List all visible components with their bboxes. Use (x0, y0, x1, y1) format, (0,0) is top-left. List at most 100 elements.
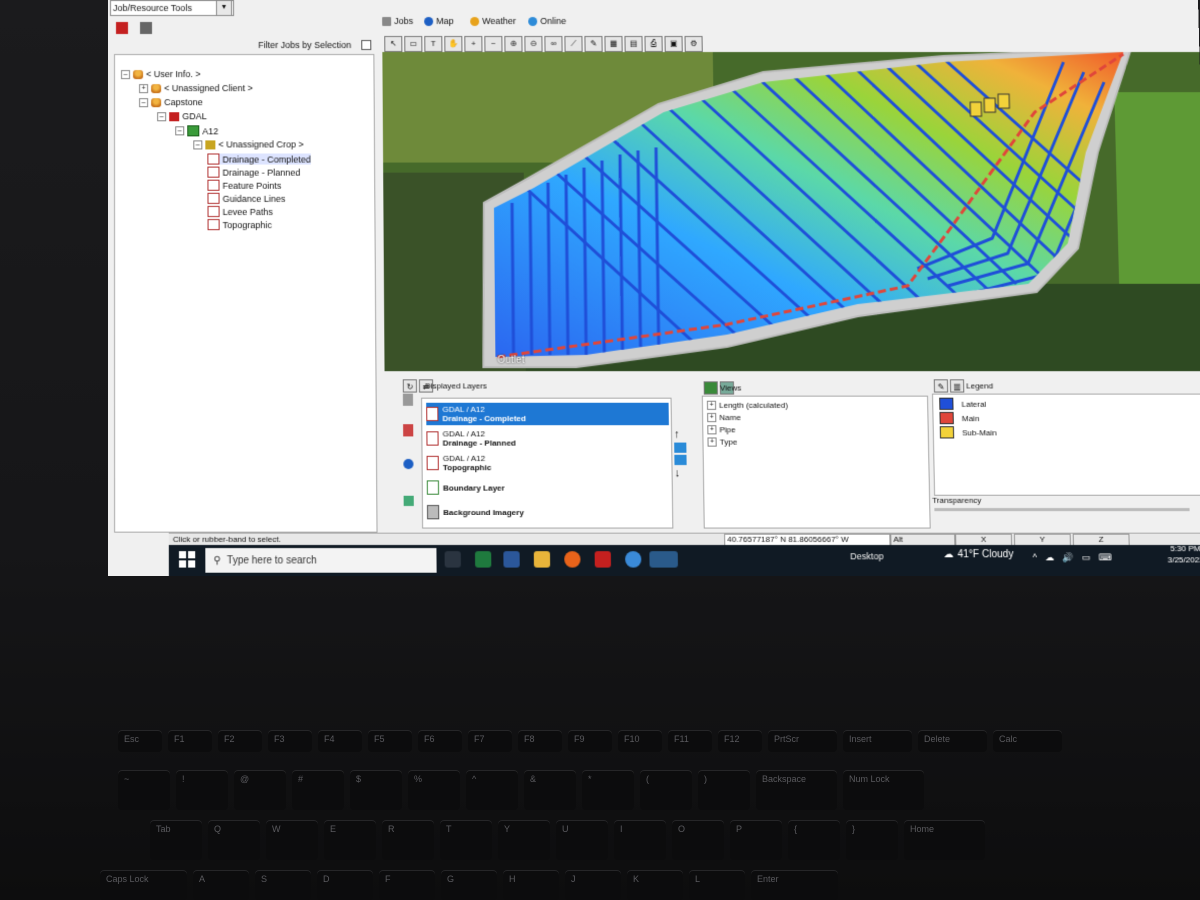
keyboard-key[interactable]: & (524, 770, 576, 810)
text-tool-icon[interactable]: T (424, 36, 443, 53)
keyboard-key[interactable]: H (503, 870, 559, 900)
map-view[interactable]: Outlet (382, 52, 1200, 372)
excel-icon[interactable] (474, 551, 492, 568)
keyboard-key[interactable]: K (627, 870, 683, 900)
tab-online[interactable]: Online (528, 16, 566, 26)
view-item-pipe[interactable]: + Pipe (707, 425, 736, 435)
layer-up-icon[interactable] (674, 442, 687, 453)
keyboard-key[interactable]: F4 (318, 730, 362, 752)
zoom-previous-icon[interactable]: ⊖ (524, 36, 543, 53)
app-icon[interactable] (625, 551, 642, 568)
active-app-icon[interactable] (649, 551, 678, 568)
collapse-icon[interactable]: – (139, 97, 149, 107)
refresh-icon[interactable]: ↻ (402, 379, 417, 393)
tab-jobs[interactable]: Jobs (382, 16, 413, 26)
keyboard-key[interactable]: R (382, 820, 434, 860)
tree-node-unassigned-client[interactable]: + < Unassigned Client > (139, 83, 253, 93)
move-down-icon[interactable]: ↓ (675, 467, 689, 479)
tree-node-levee-paths[interactable]: Levee Paths (207, 205, 273, 218)
keyboard-key[interactable]: Home (904, 820, 985, 860)
tree-node-unassigned-crop[interactable]: – < Unassigned Crop > (193, 139, 304, 149)
keyboard-key[interactable]: E (324, 820, 376, 860)
tray-chevron-icon[interactable]: ^ (1033, 552, 1038, 563)
collapse-icon[interactable]: – (175, 126, 185, 136)
view-item-type[interactable]: + Type (707, 437, 737, 447)
keyboard-key[interactable]: O (672, 820, 724, 860)
layer-item-drainage-completed[interactable]: GDAL / A12 Drainage - Completed (426, 402, 669, 426)
keyboard-key[interactable]: U (556, 820, 608, 860)
image-icon[interactable]: ▤ (624, 36, 643, 53)
expand-icon[interactable]: + (139, 83, 149, 93)
keyboard-icon[interactable]: ⌨ (1098, 552, 1111, 563)
transparency-slider[interactable] (934, 508, 1190, 512)
keyboard-key[interactable]: $ (350, 770, 402, 810)
expand-icon[interactable]: + (707, 437, 717, 447)
keyboard-key[interactable]: Calc (993, 730, 1062, 752)
keyboard-key[interactable]: W (266, 820, 318, 860)
keyboard-key[interactable]: F1 (168, 730, 212, 752)
move-up-icon[interactable]: ↑ (674, 428, 688, 440)
pan-hand-icon[interactable]: ✋ (444, 36, 463, 53)
keyboard-key[interactable]: D (317, 870, 373, 900)
tree-node-guidance-lines[interactable]: Guidance Lines (207, 192, 285, 204)
tree-node-feature-points[interactable]: Feature Points (207, 179, 281, 191)
tree-node-topographic[interactable]: Topographic (207, 219, 272, 231)
keyboard-key[interactable]: Enter (751, 870, 838, 900)
keyboard-key[interactable]: # (292, 770, 344, 810)
keyboard-key[interactable]: P (730, 820, 782, 860)
legend-settings-icon[interactable]: ▥ (949, 379, 965, 393)
keyboard-key[interactable]: Insert (843, 730, 912, 752)
keyboard-key[interactable]: F5 (368, 730, 412, 752)
firefox-icon[interactable] (564, 551, 581, 568)
weather-widget[interactable]: ☁ 41°F Cloudy (943, 549, 1013, 560)
keyboard-key[interactable]: % (408, 770, 460, 810)
keyboard-key[interactable]: * (582, 770, 634, 810)
layer-item-boundary[interactable]: Boundary Layer (426, 476, 670, 499)
keyboard-key[interactable]: ! (176, 770, 228, 810)
task-view-icon[interactable] (444, 551, 461, 568)
edit-legend-icon[interactable]: ✎ (933, 379, 949, 393)
view-item-name[interactable]: + Name (707, 412, 741, 423)
keyboard-key[interactable]: F3 (268, 730, 312, 752)
collapse-icon[interactable]: – (121, 69, 131, 79)
calendar-icon[interactable] (116, 21, 129, 35)
keyboard-key[interactable]: G (441, 870, 497, 900)
zoom-extent-icon[interactable]: ⊕ (504, 36, 523, 53)
keyboard-key[interactable]: Num Lock (843, 770, 924, 810)
keyboard-key[interactable]: { (788, 820, 840, 860)
layers-icon[interactable]: ▣ (664, 36, 683, 53)
keyboard-key[interactable]: Tab (150, 820, 202, 860)
chevron-down-icon[interactable]: ▼ (216, 0, 233, 16)
layer-item-drainage-planned[interactable]: GDAL / A12 Drainage - Planned (426, 427, 669, 449)
tree-node-drainage-planned[interactable]: Drainage - Planned (207, 166, 300, 178)
tree-node-capstone[interactable]: – Capstone (139, 97, 203, 107)
keyboard-key[interactable]: I (614, 820, 666, 860)
battery-icon[interactable]: ▭ (1082, 552, 1091, 563)
export-map-icon[interactable]: ▦ (604, 36, 623, 53)
network-icon[interactable]: ☁ (1045, 552, 1054, 563)
grid-icon[interactable] (703, 381, 718, 395)
layer-down-icon[interactable] (674, 454, 687, 466)
keyboard-key[interactable]: Caps Lock (100, 870, 187, 900)
tree-node-gdal[interactable]: – GDAL (157, 111, 207, 121)
keyboard-key[interactable]: T (440, 820, 492, 860)
keyboard-key[interactable]: F6 (418, 730, 462, 752)
volume-icon[interactable]: 🔊 (1062, 552, 1074, 563)
keyboard-key[interactable]: Q (208, 820, 260, 860)
windows-start-icon[interactable] (178, 551, 196, 568)
layer-item-topographic[interactable]: GDAL / A12 Topographic (426, 452, 670, 474)
desktop-toolbar-label[interactable]: Desktop (850, 551, 884, 561)
draw-shape-icon[interactable]: ▭ (404, 36, 423, 53)
keyboard-key[interactable]: F7 (468, 730, 512, 752)
keyboard-key[interactable]: A (193, 870, 249, 900)
collapse-icon[interactable]: – (193, 139, 203, 149)
zoom-in-icon[interactable]: + (464, 36, 483, 53)
tab-weather[interactable]: Weather (470, 16, 516, 26)
settings-icon[interactable]: ⚙ (684, 36, 703, 53)
keyboard-key[interactable]: Esc (118, 730, 162, 752)
keyboard-key[interactable]: J (565, 870, 621, 900)
keyboard-key[interactable]: ^ (466, 770, 518, 810)
select-arrow-icon[interactable]: ↖ (384, 36, 403, 53)
expand-icon[interactable]: + (707, 412, 717, 423)
keyboard-key[interactable]: ( (640, 770, 692, 810)
